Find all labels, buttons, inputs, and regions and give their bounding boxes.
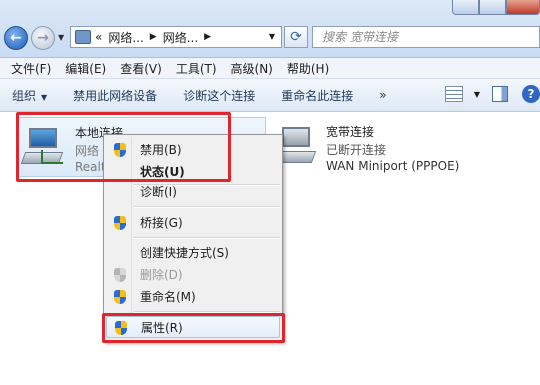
menu-help[interactable]: 帮助(H) [280, 60, 336, 77]
menu-tools[interactable]: 工具(T) [169, 60, 224, 77]
menu-bar: 文件(F) 编辑(E) 查看(V) 工具(T) 高级(N) 帮助(H) [0, 58, 540, 79]
connection-status: 已断开连接 [326, 143, 387, 157]
menu-edit[interactable]: 编辑(E) [58, 60, 113, 77]
command-bar: 组织 ▼ 禁用此网络设备 诊断这个连接 重命名此连接 » ▼ ? [0, 79, 540, 112]
forward-button[interactable]: → [31, 26, 55, 50]
breadcrumb-network-connections[interactable]: 网络... [163, 29, 198, 46]
chevron-down-icon[interactable]: ▼ [269, 32, 275, 41]
menu-item-bridge[interactable]: 桥接(G) [106, 212, 280, 234]
back-button[interactable]: ← [4, 26, 28, 50]
window-controls [452, 0, 540, 15]
more-commands-button[interactable]: » [379, 88, 386, 102]
chevron-down-icon: ▼ [41, 92, 48, 102]
chevron-right-icon[interactable]: ▶ [204, 32, 211, 42]
connection-name: 宽带连接 [326, 125, 375, 139]
recent-pages-dropdown-icon[interactable]: ▼ [58, 33, 64, 42]
change-view-icon[interactable] [444, 86, 463, 102]
window-titlebar: ← → ▼ « 网络... ▶ 网络... ▶ ▼ ⟳ 搜索 宽带连接 [0, 0, 540, 58]
address-bar[interactable]: « 网络... ▶ 网络... ▶ ▼ [70, 26, 282, 48]
maximize-button[interactable] [479, 0, 506, 15]
uac-shield-icon [114, 290, 127, 304]
connection-device: WAN Miniport (PPPOE) [326, 159, 460, 173]
close-button[interactable] [506, 0, 540, 15]
organize-label: 组织 [12, 88, 37, 103]
help-icon[interactable]: ? [522, 85, 540, 103]
preview-pane-icon[interactable] [492, 86, 508, 102]
menu-item-label: 重命名(M) [140, 290, 196, 304]
rename-connection-button[interactable]: 重命名此连接 [281, 87, 353, 104]
menu-item-create-shortcut[interactable]: 创建快捷方式(S) [106, 242, 280, 264]
network-folder-icon [75, 30, 91, 44]
menu-file[interactable]: 文件(F) [4, 60, 58, 77]
uac-shield-icon [114, 216, 127, 230]
minimize-button[interactable] [452, 0, 479, 15]
uac-shield-icon [114, 268, 127, 282]
menu-advanced[interactable]: 高级(N) [224, 60, 280, 77]
search-input[interactable]: 搜索 宽带连接 [312, 26, 540, 48]
menu-item-label: 桥接(G) [140, 216, 183, 230]
disable-device-button[interactable]: 禁用此网络设备 [73, 87, 157, 104]
menu-separator [134, 237, 280, 239]
menu-view[interactable]: 查看(V) [113, 60, 169, 77]
menu-item-diagnose[interactable]: 诊断(I) [106, 181, 280, 203]
diagnose-button[interactable]: 诊断这个连接 [183, 87, 255, 104]
chevron-right-icon[interactable]: ▶ [150, 32, 157, 42]
address-overflow[interactable]: « [95, 30, 102, 44]
menu-item-label: 删除(D) [140, 268, 183, 282]
menu-item-rename[interactable]: 重命名(M) [106, 286, 280, 308]
breadcrumb-network[interactable]: 网络... [108, 29, 143, 46]
menu-separator [134, 206, 280, 208]
organize-button[interactable]: 组织 ▼ [12, 87, 47, 104]
refresh-button[interactable]: ⟳ [284, 26, 308, 48]
connection-item-broadband[interactable]: 宽带连接 已断开连接 WAN Miniport (PPPOE) [273, 117, 534, 177]
menu-item-delete: 删除(D) [106, 264, 280, 286]
highlight-box-local-connection [16, 112, 231, 182]
chevron-down-icon[interactable]: ▼ [474, 90, 480, 99]
highlight-box-properties [102, 313, 285, 343]
